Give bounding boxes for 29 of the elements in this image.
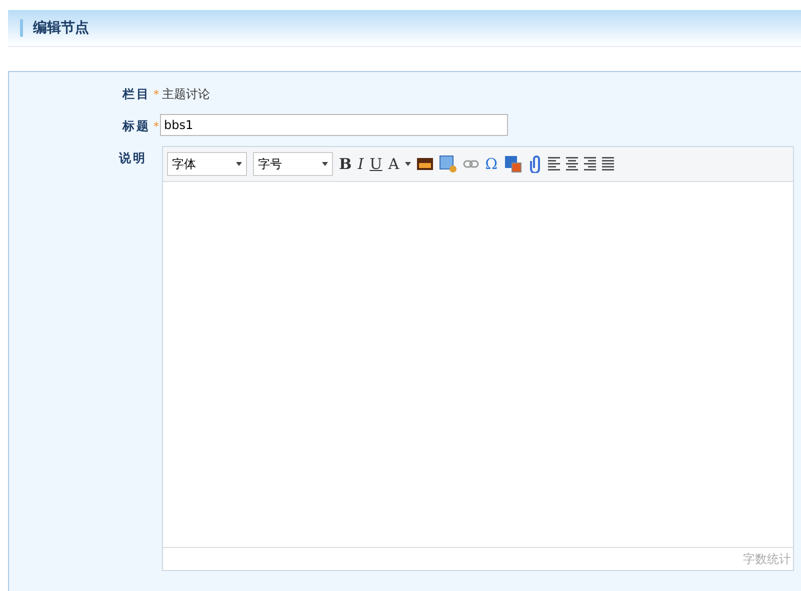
image-edit-icon[interactable]: [439, 155, 458, 173]
align-center-icon[interactable]: [566, 157, 578, 171]
paperclip-icon[interactable]: [528, 155, 542, 173]
format-button[interactable]: B: [339, 155, 352, 173]
dropdown-select[interactable]: 字号: [253, 152, 333, 176]
required-marker: *: [154, 120, 159, 132]
align-right-icon[interactable]: [584, 157, 596, 171]
format-button[interactable]: Ω: [485, 155, 498, 173]
field-label: 栏目: [122, 86, 150, 102]
word-count: 字数统计: [743, 550, 791, 568]
page-title: 编辑节点: [33, 19, 89, 37]
align-left-icon[interactable]: [548, 157, 560, 171]
align-justify-icon[interactable]: [602, 157, 614, 171]
image-icon[interactable]: [417, 158, 434, 170]
format-button[interactable]: I: [358, 155, 364, 173]
link-icon[interactable]: [463, 160, 480, 168]
header-accent-icon: [20, 19, 23, 37]
title-input[interactable]: bbs1: [160, 114, 508, 136]
field-value: 主题讨论: [162, 86, 210, 103]
caret-icon: [322, 162, 328, 166]
format-button[interactable]: A: [388, 155, 400, 173]
caret-icon: [236, 162, 242, 166]
field-label: 说明: [119, 150, 147, 166]
dropdown-select[interactable]: 字体: [167, 152, 247, 176]
field-label: 标题: [122, 118, 150, 134]
format-button[interactable]: U: [370, 155, 382, 173]
required-marker: *: [154, 88, 159, 100]
document-icon[interactable]: [504, 155, 522, 173]
caret-icon: [405, 162, 412, 166]
